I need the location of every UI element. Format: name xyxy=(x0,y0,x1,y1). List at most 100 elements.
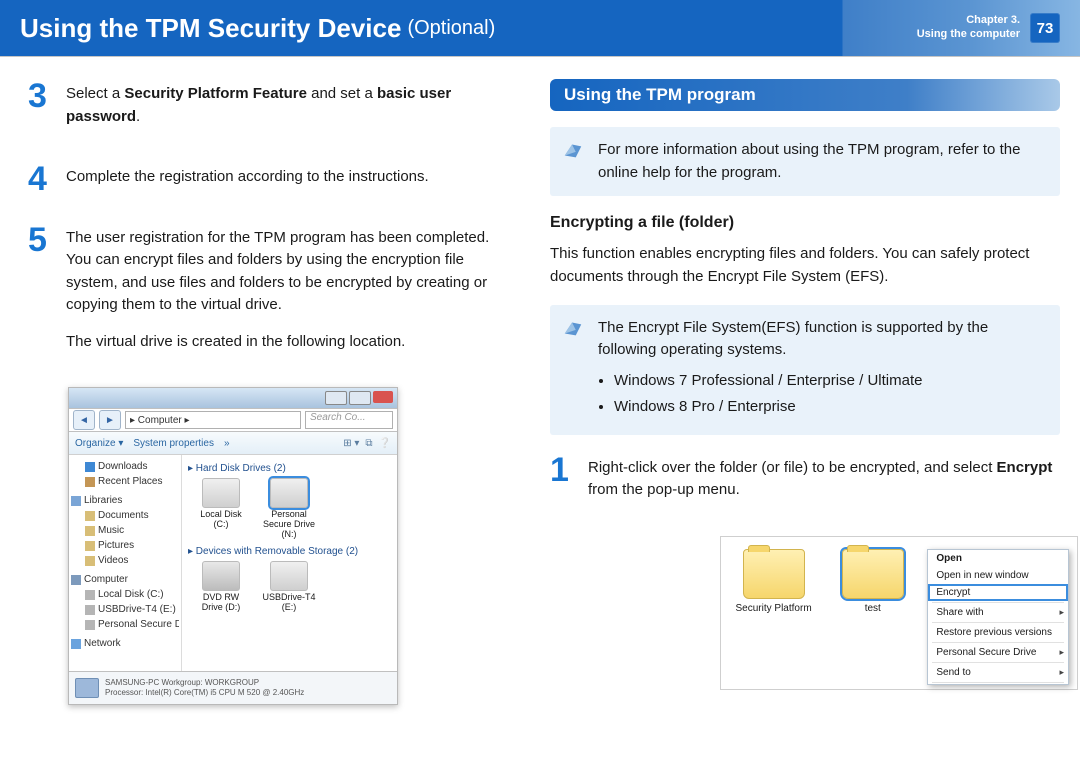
status-line-workgroup: SAMSUNG-PC Workgroup: WORKGROUP xyxy=(105,678,304,688)
address-field[interactable]: ▸ Computer ▸ xyxy=(125,411,301,429)
sidebar-item-downloads[interactable]: Downloads xyxy=(71,459,179,474)
text-bold: Security Platform Feature xyxy=(124,85,307,102)
hard-drive-icon xyxy=(202,478,240,508)
view-button[interactable]: ⊞ ▾ xyxy=(343,438,359,449)
menu-item-open[interactable]: Open xyxy=(928,550,1068,567)
step-1-right: 1 Right-click over the folder (or file) … xyxy=(550,453,1060,516)
page-number-badge: 73 xyxy=(1030,13,1060,43)
text: . xyxy=(136,108,140,125)
explorer-toolbar: Organize ▾ System properties » ⊞ ▾ ⧉ ❔ xyxy=(69,432,397,455)
text: and set a xyxy=(307,85,377,102)
menu-separator xyxy=(932,682,1064,683)
window-minimize-icon[interactable] xyxy=(325,391,347,405)
subheading-encrypting: Encrypting a file (folder) xyxy=(550,214,1060,232)
text: Complete the registration according to t… xyxy=(66,166,429,189)
step-3: 3 Select a Security Platform Feature and… xyxy=(28,79,516,142)
sidebar-item-documents[interactable]: Documents xyxy=(71,508,179,523)
drive-local-disk-c[interactable]: Local Disk (C:) xyxy=(194,478,248,540)
drive-label: Local Disk (C:) xyxy=(194,510,248,530)
step-body: The user registration for the TPM progra… xyxy=(66,223,516,368)
sidebar-item-recent[interactable]: Recent Places xyxy=(71,474,179,489)
secure-drive-icon xyxy=(270,478,308,508)
menu-item-encrypt[interactable]: Encrypt xyxy=(928,584,1068,601)
step-number: 3 xyxy=(28,79,56,142)
menu-separator xyxy=(932,662,1064,663)
step-4: 4 Complete the registration according to… xyxy=(28,162,516,203)
sidebar-item-personal-secure[interactable]: Personal Secure D xyxy=(71,617,179,632)
menu-item-send-to[interactable]: Send to xyxy=(928,664,1068,681)
menu-separator xyxy=(932,642,1064,643)
drive-usb[interactable]: USBDrive-T4 (E:) xyxy=(262,561,316,613)
drive-group-hard-disk: ▸ Hard Disk Drives (2) xyxy=(188,463,391,474)
more-button[interactable]: » xyxy=(224,438,230,449)
folder-icon xyxy=(743,549,805,599)
organize-button[interactable]: Organize ▾ xyxy=(75,438,123,449)
explorer-content: ▸ Hard Disk Drives (2) Local Disk (C:) P… xyxy=(182,455,397,671)
menu-item-personal-secure-drive[interactable]: Personal Secure Drive xyxy=(928,644,1068,661)
folder-security-platform[interactable]: Security Platform xyxy=(729,549,818,614)
menu-item-open-new-window[interactable]: Open in new window xyxy=(928,567,1068,584)
sidebar-item-music[interactable]: Music xyxy=(71,523,179,538)
text: The user registration for the TPM progra… xyxy=(66,227,516,317)
window-maximize-icon[interactable] xyxy=(349,391,371,405)
explorer-statusbar: SAMSUNG-PC Workgroup: WORKGROUP Processo… xyxy=(69,671,397,704)
nav-forward-button[interactable]: ► xyxy=(99,410,121,430)
chapter-number: Chapter 3. xyxy=(917,14,1020,28)
status-line-processor: Processor: Intel(R) Core(TM) i5 CPU M 52… xyxy=(105,688,304,698)
system-properties-button[interactable]: System properties xyxy=(133,438,214,449)
drive-dvd-rw[interactable]: DVD RW Drive (D:) xyxy=(194,561,248,613)
supported-os-list: Windows 7 Professional / Enterprise / Ul… xyxy=(598,370,1046,419)
nav-back-button[interactable]: ◄ xyxy=(73,410,95,430)
tip-box-online-help: For more information about using the TPM… xyxy=(550,127,1060,196)
sidebar-item-pictures[interactable]: Pictures xyxy=(71,538,179,553)
tip-box-efs-support: The Encrypt File System(EFS) function is… xyxy=(550,305,1060,435)
step-body: Complete the registration according to t… xyxy=(66,162,429,203)
step-body: Right-click over the folder (or file) to… xyxy=(588,453,1060,516)
menu-item-share-with[interactable]: Share with xyxy=(928,604,1068,621)
left-column: 3 Select a Security Platform Feature and… xyxy=(28,79,516,705)
context-menu: Open Open in new window Encrypt Share wi… xyxy=(927,549,1069,685)
step-number: 5 xyxy=(28,223,56,368)
folder-test[interactable]: test xyxy=(828,549,917,614)
sidebar-item-network[interactable]: Network xyxy=(71,636,179,651)
list-item: Windows 8 Pro / Enterprise xyxy=(614,396,1046,419)
info-icon xyxy=(562,139,584,161)
folder-label: Security Platform xyxy=(729,603,818,614)
drive-label: USBDrive-T4 (E:) xyxy=(262,593,316,613)
section-heading: Using the TPM program xyxy=(550,79,1060,111)
sidebar-item-usb-drive[interactable]: USBDrive-T4 (E:) xyxy=(71,602,179,617)
right-column: Using the TPM program For more informati… xyxy=(550,79,1060,705)
text-bold: Encrypt xyxy=(997,459,1053,476)
drive-label: Personal Secure Drive (N:) xyxy=(262,510,316,540)
chapter-label: Chapter 3. Using the computer xyxy=(917,14,1020,42)
text: from the pop-up menu. xyxy=(588,481,740,498)
preview-button[interactable]: ⧉ xyxy=(365,438,372,449)
drive-group-removable: ▸ Devices with Removable Storage (2) xyxy=(188,546,391,557)
text: Right-click over the folder (or file) to… xyxy=(588,459,997,476)
sidebar-item-libraries[interactable]: Libraries xyxy=(71,493,179,508)
status-text: SAMSUNG-PC Workgroup: WORKGROUP Processo… xyxy=(105,678,304,697)
info-icon xyxy=(562,317,584,339)
explorer-window: ◄ ► ▸ Computer ▸ Search Co... Organize ▾… xyxy=(68,387,398,705)
folder-icon xyxy=(842,549,904,599)
drive-personal-secure[interactable]: Personal Secure Drive (N:) xyxy=(262,478,316,540)
sidebar-item-local-disk-c[interactable]: Local Disk (C:) xyxy=(71,587,179,602)
list-item: Windows 7 Professional / Enterprise / Ul… xyxy=(614,370,1046,393)
computer-icon xyxy=(75,678,99,698)
help-button[interactable]: ❔ xyxy=(379,438,391,449)
sidebar-item-videos[interactable]: Videos xyxy=(71,553,179,568)
menu-separator xyxy=(932,622,1064,623)
window-titlebar xyxy=(69,388,397,408)
page-title-optional: (Optional) xyxy=(407,17,495,40)
tip-text: The Encrypt File System(EFS) function is… xyxy=(598,317,1046,362)
window-close-icon[interactable] xyxy=(373,391,393,403)
explorer-sidebar: Downloads Recent Places Libraries Docume… xyxy=(69,455,182,671)
address-bar: ◄ ► ▸ Computer ▸ Search Co... xyxy=(69,408,397,432)
sidebar-item-computer[interactable]: Computer xyxy=(71,572,179,587)
menu-separator xyxy=(932,602,1064,603)
search-input[interactable]: Search Co... xyxy=(305,411,393,429)
menu-item-restore-previous[interactable]: Restore previous versions xyxy=(928,624,1068,641)
folder-label: test xyxy=(828,603,917,614)
text: Select a xyxy=(66,85,124,102)
step-number: 4 xyxy=(28,162,56,203)
